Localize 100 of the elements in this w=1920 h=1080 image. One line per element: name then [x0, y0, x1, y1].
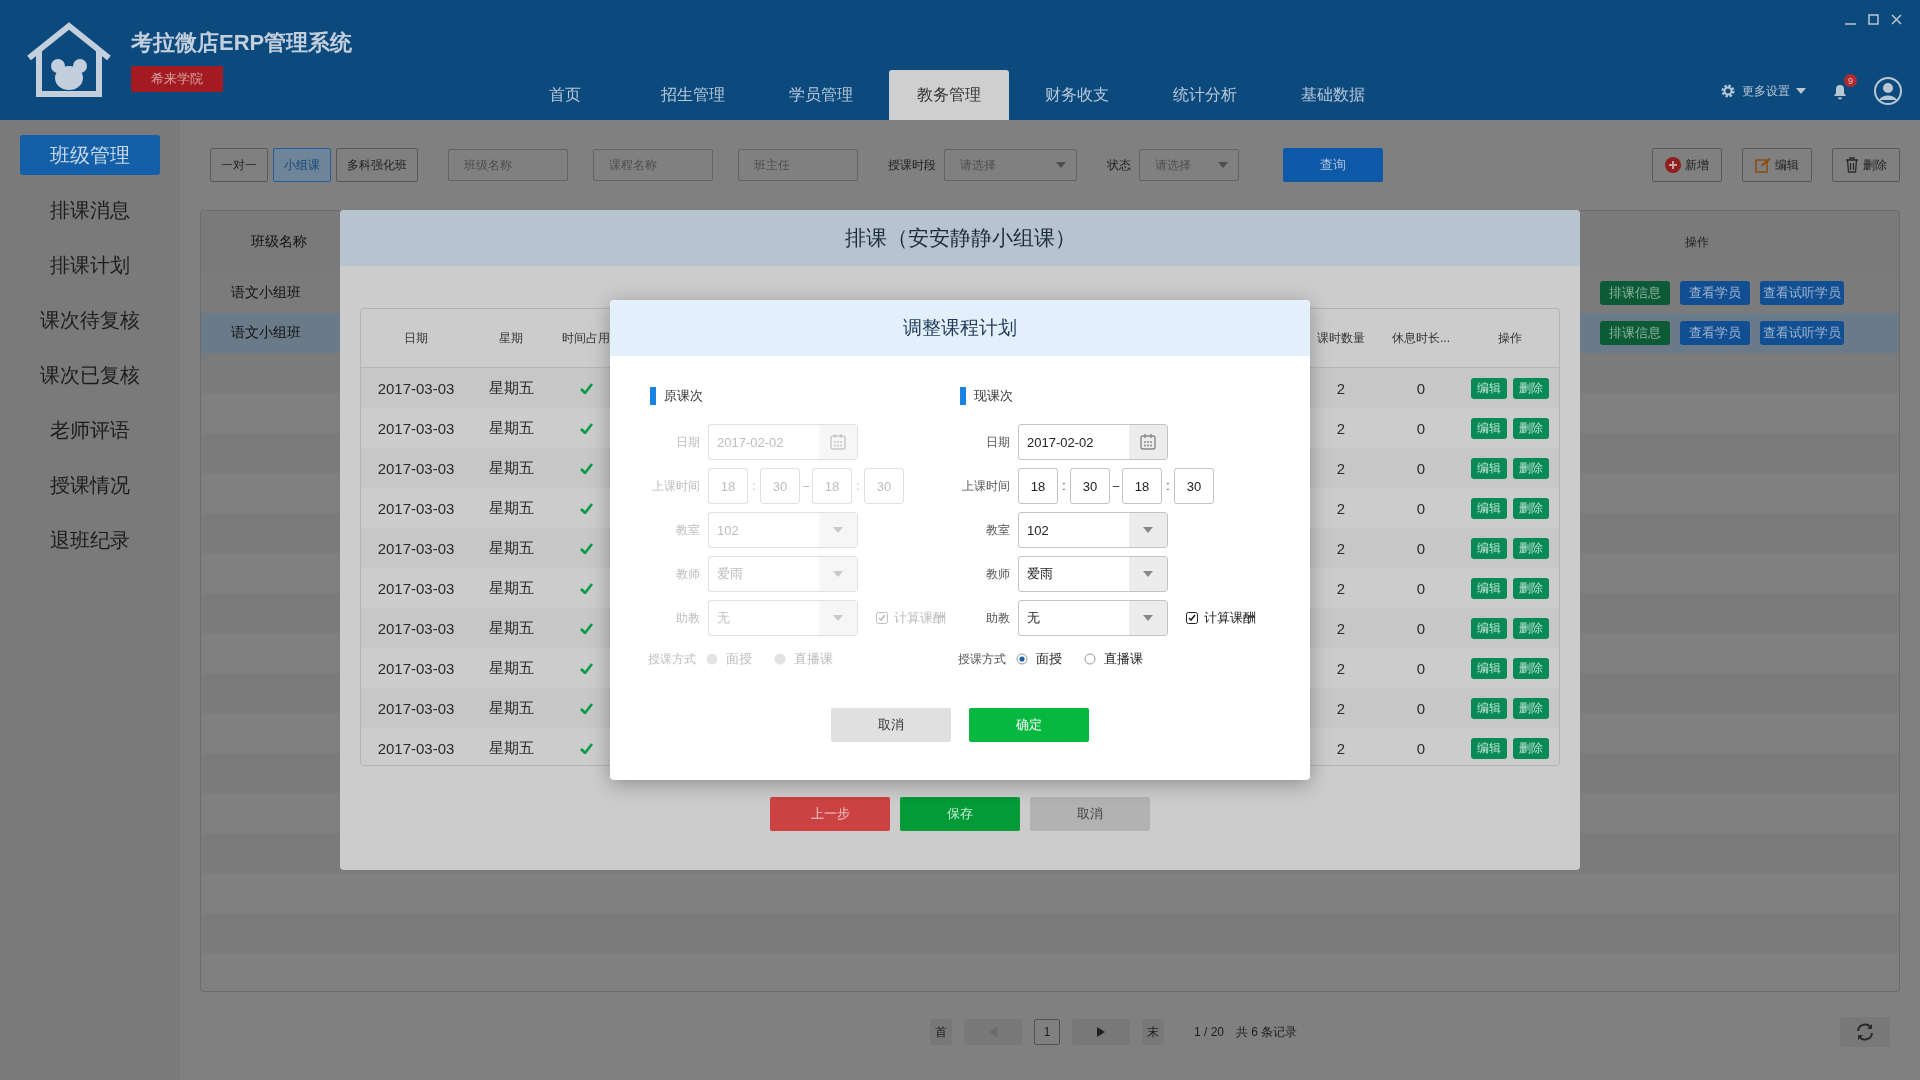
table-cell-text: 语文小组班 [230, 284, 302, 302]
row-action-button[interactable]: 编辑 [1471, 417, 1507, 439]
avatar-icon[interactable] [1874, 77, 1902, 105]
section-heading: 原课次 [664, 387, 703, 405]
toolbar-button[interactable]: 编辑 [1742, 148, 1812, 182]
time-field[interactable]: 30 [1174, 468, 1214, 504]
settings-menu[interactable]: 更多设置 [1720, 82, 1806, 100]
sidebar-item[interactable]: 课次已复核 [20, 355, 160, 395]
table-cell-text: 0 [1415, 699, 1427, 717]
time-field[interactable]: 30 [1070, 468, 1110, 504]
mode-radio[interactable]: 直播课 [1084, 650, 1143, 668]
class-type-button[interactable]: 多科强化班 [336, 148, 418, 182]
row-action-button[interactable]: 删除 [1513, 377, 1549, 399]
column-header: 课时数量 [1316, 329, 1366, 347]
pay-checkbox[interactable]: 计算课酬 [1186, 609, 1256, 627]
row-action-button[interactable]: 编辑 [1471, 657, 1507, 679]
table-cell-text: 星期五 [487, 498, 535, 518]
nav-tab[interactable]: 学员管理 [761, 70, 881, 120]
teacher-select[interactable]: 爱雨 [1018, 556, 1168, 592]
sidebar-item[interactable]: 课次待复核 [20, 300, 160, 340]
row-action-button[interactable]: 排课信息 [1600, 281, 1670, 305]
row-action-button[interactable]: 删除 [1513, 577, 1549, 599]
table-cell-text: 0 [1415, 579, 1427, 597]
first-page-button[interactable]: 首 [930, 1019, 952, 1045]
page-number[interactable]: 1 [1034, 1019, 1060, 1045]
row-action-button[interactable]: 编辑 [1471, 537, 1507, 559]
row-action-button[interactable]: 排课信息 [1600, 321, 1670, 345]
table-cell-text: 2 [1335, 499, 1347, 517]
field-label: 助教 [985, 609, 1010, 627]
nav-tab[interactable]: 招生管理 [633, 70, 753, 120]
close-icon[interactable] [1891, 14, 1902, 25]
dropdown-caret-icon [833, 571, 843, 577]
table-cell-text: 2017-03-03 [376, 579, 456, 597]
search-button[interactable]: 查询 [1283, 148, 1383, 182]
row-action-button[interactable]: 查看试听学员 [1760, 281, 1844, 305]
mode-radio[interactable]: 面授 [1016, 650, 1062, 668]
calendar-icon[interactable] [1139, 433, 1157, 451]
nav-tab[interactable]: 首页 [505, 70, 625, 120]
maximize-icon[interactable] [1868, 14, 1879, 25]
table-cell-text: 2017-03-03 [376, 419, 456, 437]
sidebar-item[interactable]: 班级管理 [20, 135, 160, 175]
dialog-button[interactable]: 取消 [831, 708, 951, 742]
table-cell-text: 0 [1415, 659, 1427, 677]
row-action-button[interactable]: 删除 [1513, 657, 1549, 679]
nav-tab[interactable]: 财务收支 [1017, 70, 1137, 120]
table-cell-text: 2 [1335, 619, 1347, 637]
column-header: 日期 [403, 329, 429, 347]
column-header: 星期 [498, 329, 524, 347]
dialog-button[interactable]: 保存 [900, 797, 1020, 831]
row-action-button[interactable]: 删除 [1513, 457, 1549, 479]
class-type-button[interactable]: 小组课 [273, 148, 331, 182]
dropdown-caret-icon [833, 527, 843, 533]
row-action-button[interactable]: 查看学员 [1680, 321, 1750, 345]
classroom-select[interactable]: 102 [1018, 512, 1168, 548]
time-field[interactable]: 18 [1018, 468, 1058, 504]
dialog-button[interactable]: 取消 [1030, 797, 1150, 831]
row-action-button[interactable]: 查看试听学员 [1760, 321, 1844, 345]
last-page-button[interactable]: 末 [1142, 1019, 1164, 1045]
class-type-button[interactable]: 一对一 [210, 148, 268, 182]
dialog-button[interactable]: 上一步 [770, 797, 890, 831]
next-page-button[interactable] [1072, 1019, 1130, 1045]
table-cell-text: 0 [1415, 619, 1427, 637]
row-action-button[interactable]: 编辑 [1471, 697, 1507, 719]
dialog-button[interactable]: 确定 [969, 708, 1089, 742]
row-action-button[interactable]: 删除 [1513, 617, 1549, 639]
row-action-button[interactable]: 删除 [1513, 697, 1549, 719]
nav-tab[interactable]: 统计分析 [1145, 70, 1265, 120]
row-action-button[interactable]: 编辑 [1471, 617, 1507, 639]
time-field[interactable]: 18 [1122, 468, 1162, 504]
sidebar-item[interactable]: 授课情况 [20, 465, 160, 505]
row-action-button[interactable]: 编辑 [1471, 457, 1507, 479]
assistant-select[interactable]: 无 [1018, 600, 1168, 636]
row-action-button[interactable]: 删除 [1513, 497, 1549, 519]
add-icon [1665, 157, 1681, 173]
row-action-button[interactable]: 编辑 [1471, 377, 1507, 399]
table-cell-text: 2 [1335, 379, 1347, 397]
refresh-button[interactable] [1840, 1017, 1890, 1047]
row-action-button[interactable]: 删除 [1513, 737, 1549, 759]
toolbar-button[interactable]: 删除 [1832, 148, 1900, 182]
sidebar-item[interactable]: 退班纪录 [20, 520, 160, 560]
row-action-button[interactable]: 编辑 [1471, 737, 1507, 759]
row-action-button[interactable]: 查看学员 [1680, 281, 1750, 305]
nav-tab[interactable]: 基础数据 [1273, 70, 1393, 120]
toolbar-button[interactable]: 新增 [1652, 148, 1722, 182]
bell-icon[interactable] [1832, 82, 1848, 100]
row-action-button[interactable]: 编辑 [1471, 497, 1507, 519]
column-header: 操作 [1685, 233, 1709, 251]
row-action-button[interactable]: 删除 [1513, 417, 1549, 439]
dialog-title: 排课（安安静静小组课） [844, 225, 1076, 251]
sidebar-item[interactable]: 排课计划 [20, 245, 160, 285]
date-field[interactable]: 2017-02-02 [1018, 424, 1168, 460]
field-label: 上课时间 [961, 477, 1010, 495]
sidebar-item[interactable]: 老师评语 [20, 410, 160, 450]
row-action-button[interactable]: 删除 [1513, 537, 1549, 559]
sidebar-item[interactable]: 排课消息 [20, 190, 160, 230]
table-cell-text: 星期五 [487, 378, 535, 398]
table-cell-text: 2 [1335, 659, 1347, 677]
field-label: 授课方式 [958, 650, 1007, 668]
row-action-button[interactable]: 编辑 [1471, 577, 1507, 599]
nav-tab[interactable]: 教务管理 [889, 70, 1009, 120]
